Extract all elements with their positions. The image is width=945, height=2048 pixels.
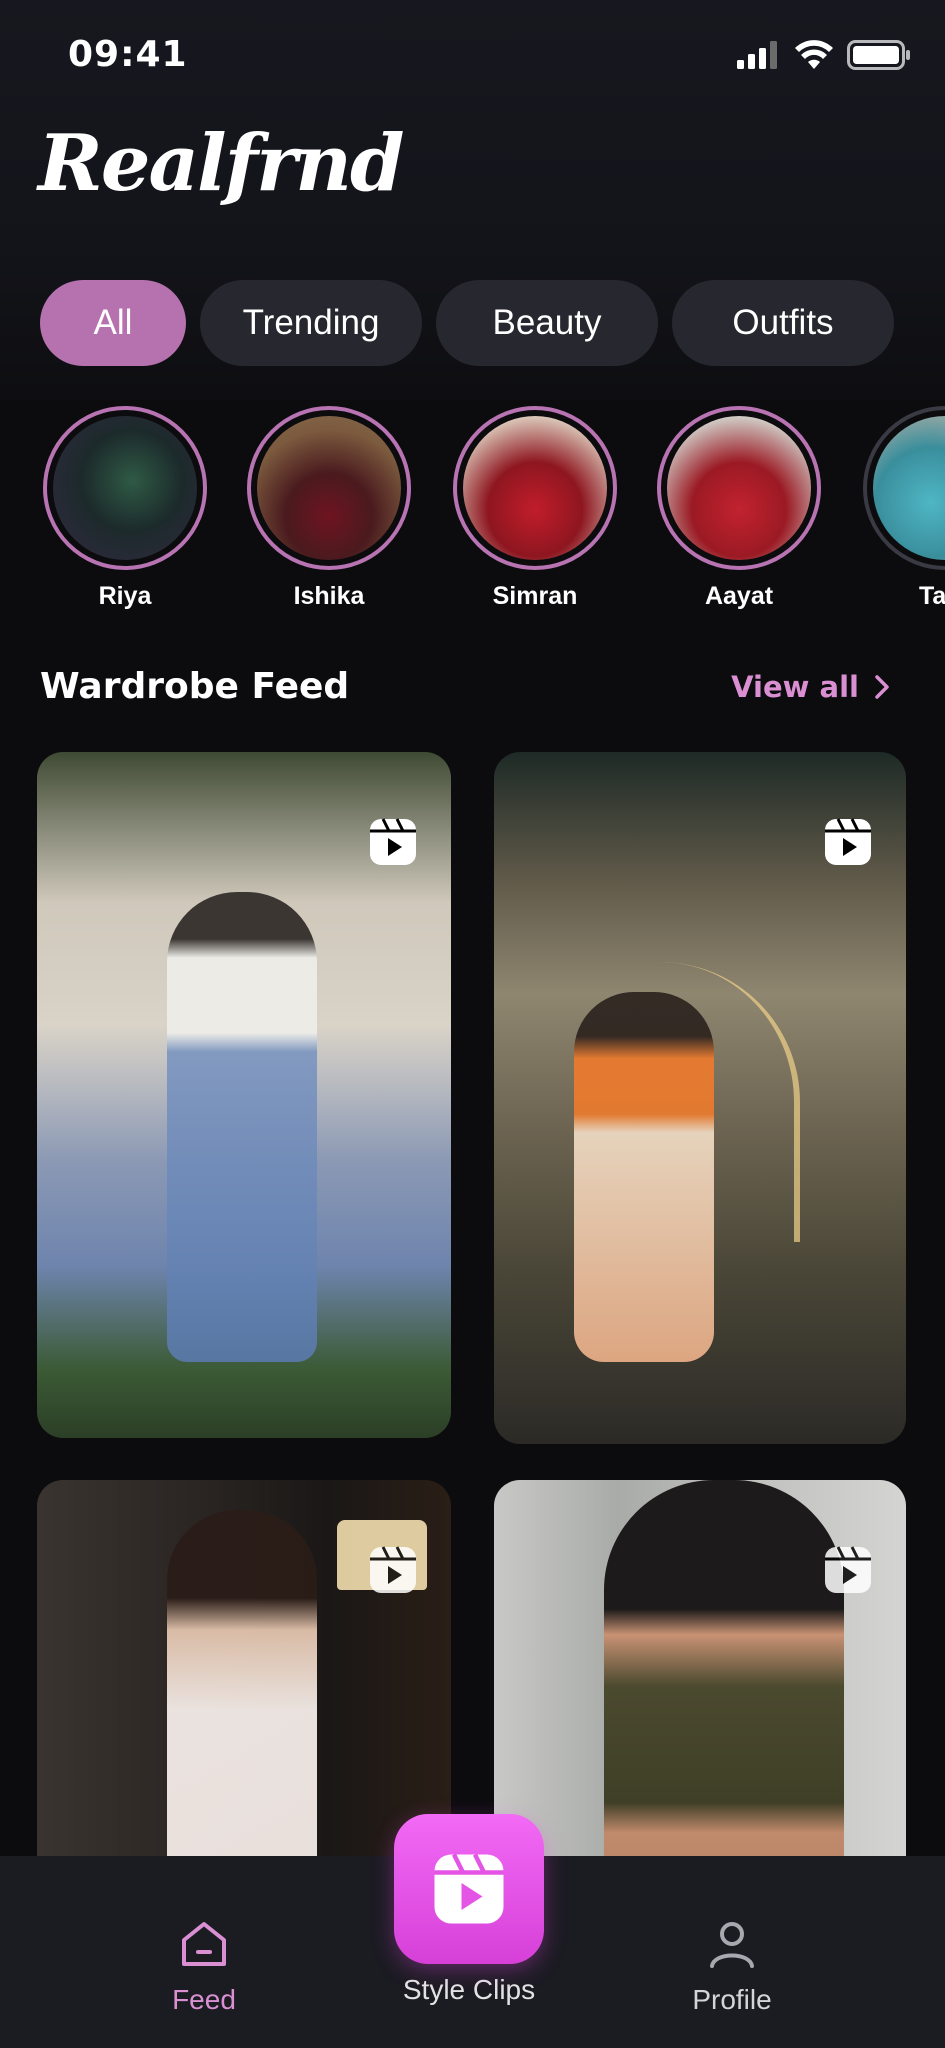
story-avatar	[667, 416, 811, 560]
story-ring	[863, 406, 945, 570]
category-chips: All Trending Beauty Outfits	[40, 280, 894, 366]
view-all-link[interactable]: View all	[731, 670, 889, 704]
story-ring	[43, 406, 207, 570]
chip-beauty[interactable]: Beauty	[436, 280, 658, 366]
signal-icon	[737, 41, 777, 69]
feed-title: Wardrobe Feed	[40, 666, 350, 707]
nav-style-clips[interactable]: Style Clips	[386, 1974, 552, 2006]
status-time: 09:41	[68, 34, 188, 75]
story-name: Tan	[919, 582, 945, 610]
chevron-right-icon	[875, 675, 889, 699]
story-name: Aayat	[704, 582, 774, 610]
story-name: Simran	[492, 582, 578, 610]
card-photo-figure	[167, 1510, 317, 1900]
home-icon	[182, 1922, 226, 1966]
story-avatar	[53, 416, 197, 560]
reel-icon	[370, 1546, 416, 1593]
story-ring	[247, 406, 411, 570]
story-name: Ishika	[293, 582, 365, 610]
feed-card[interactable]	[37, 1480, 451, 1900]
chip-all[interactable]: All	[40, 280, 186, 366]
story-name: Riya	[98, 582, 152, 610]
story-simran[interactable]: Simran	[449, 406, 621, 611]
reel-icon	[434, 1853, 504, 1924]
story-aayat[interactable]: Aayat	[653, 406, 825, 611]
status-bar: 09:41	[0, 0, 945, 110]
reel-icon	[825, 1546, 871, 1593]
chip-outfits[interactable]: Outfits	[672, 280, 894, 366]
story-avatar	[873, 416, 945, 560]
view-all-label: View all	[731, 670, 859, 704]
wifi-icon	[795, 40, 833, 69]
nav-profile[interactable]: Profile	[672, 1856, 792, 2016]
story-riya[interactable]: Riya	[39, 406, 211, 611]
nav-style-clips-label: Style Clips	[402, 1974, 536, 2005]
feed-card[interactable]	[37, 752, 451, 1438]
reel-icon	[825, 818, 871, 865]
profile-icon	[710, 1922, 754, 1968]
chip-trending[interactable]: Trending	[200, 280, 422, 366]
feed-card[interactable]	[494, 752, 906, 1444]
app-logo: Realfrnd	[38, 118, 405, 209]
card-photo-figure	[167, 892, 317, 1362]
nav-profile-label: Profile	[692, 1984, 772, 2015]
story-ring	[453, 406, 617, 570]
story-ishika[interactable]: Ishika	[243, 406, 415, 611]
nav-feed-label: Feed	[172, 1984, 236, 2015]
nav-feed[interactable]: Feed	[148, 1856, 260, 2016]
reel-icon	[370, 818, 416, 865]
feed-card[interactable]	[494, 1480, 906, 1900]
card-photo-light	[624, 962, 800, 1242]
stories-row: Riya Ishika Simran Aayat Tan	[0, 400, 945, 630]
battery-icon	[847, 40, 910, 70]
story-avatar	[257, 416, 401, 560]
story-ring	[657, 406, 821, 570]
status-icons	[737, 40, 911, 70]
story-avatar	[463, 416, 607, 560]
card-photo-figure	[604, 1480, 844, 1900]
story-tan[interactable]: Tan	[859, 406, 945, 611]
style-clips-button[interactable]	[394, 1814, 544, 1964]
